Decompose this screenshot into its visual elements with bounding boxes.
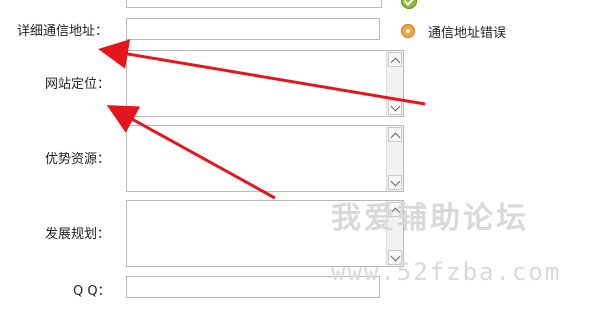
address-error-message: 通信地址错误 [428,26,507,41]
website-textarea[interactable] [126,50,404,117]
address-label: 详细通信地址： [17,24,109,39]
scroll-down-button[interactable] [388,100,402,115]
scroll-up-button[interactable] [388,127,402,143]
plan-label: 发展规划： [45,227,111,242]
chevron-up-icon [390,57,401,68]
checkmark-icon [401,0,417,9]
website-label: 网站定位： [45,77,111,92]
advantage-scrollbar[interactable] [386,126,403,191]
scroll-up-button[interactable] [388,52,402,68]
qq-label: Q Q： [73,284,111,299]
scroll-down-button[interactable] [388,175,402,190]
top-row-label [52,0,126,6]
error-icon [401,24,415,38]
top-row-input[interactable] [126,0,382,8]
address-input[interactable] [126,18,380,40]
chevron-down-icon [390,176,401,187]
chevron-up-icon [390,132,401,143]
chevron-down-icon [390,101,401,112]
watermark-title: 我爱辅助论坛 [331,201,529,236]
advantage-textarea[interactable] [126,125,404,192]
website-scrollbar[interactable] [386,51,403,116]
advantage-label: 优势资源： [45,152,111,167]
form-screenshot: 详细通信地址： 通信地址错误 网站定位： 优势资源： 发展规划： Q Q： 我爱… [0,0,599,309]
watermark-url: www.52fzba.com [331,258,562,286]
